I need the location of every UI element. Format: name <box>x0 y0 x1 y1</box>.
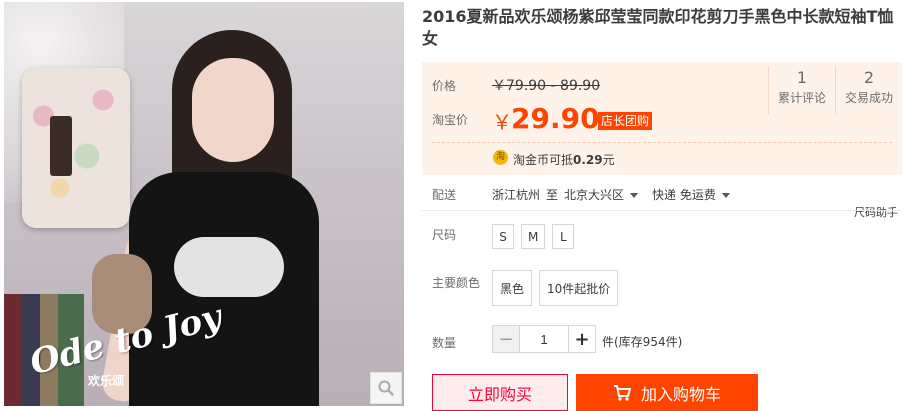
backpack-strap <box>50 116 72 176</box>
product-title: 2016夏新品欢乐颂杨紫邱莹莹同款印花剪刀手黑色中长款短袖T恤女 <box>422 7 894 48</box>
floral-backpack <box>22 68 130 228</box>
coin-text-prefix: 淘金币可抵 <box>513 153 574 167</box>
color-option-black[interactable]: 黑色 <box>492 270 533 306</box>
cart-icon <box>613 384 631 401</box>
chevron-down-icon <box>630 193 639 198</box>
delivery-label: 配送 <box>432 188 457 202</box>
current-price: 29.90 <box>511 102 600 135</box>
shipping-method-value: 快递 免运费 <box>652 188 716 202</box>
price-label: 价格 <box>432 79 457 93</box>
price-divider <box>432 142 892 143</box>
size-label: 尺码 <box>432 228 457 242</box>
taojinbi-coin-icon: 淘 <box>493 150 508 165</box>
sales-stats: 1 累计评论 2 交易成功 <box>768 62 902 114</box>
size-options: S M L <box>492 224 575 249</box>
currency-symbol: ￥ <box>492 110 512 134</box>
add-to-cart-label: 加入购物车 <box>640 384 721 404</box>
stat-transactions-label: 交易成功 <box>844 91 893 105</box>
color-option-wholesale[interactable]: 10件起批价 <box>539 270 619 306</box>
size-option-l[interactable]: L <box>552 224 575 249</box>
ship-from: 浙江杭州 <box>492 188 541 202</box>
size-option-m[interactable]: M <box>521 224 546 249</box>
quantity-stepper: − + <box>492 325 596 353</box>
section-divider <box>422 210 902 211</box>
ship-to-value: 北京大兴区 <box>564 188 625 202</box>
buy-now-button[interactable]: 立即购买 <box>432 374 568 411</box>
magnifier-icon <box>378 380 394 396</box>
stock-info: 件(库存954件) <box>602 335 683 349</box>
delivery-info: 浙江杭州 至 北京大兴区 快递 免运费 <box>492 186 730 203</box>
color-label: 主要颜色 <box>432 276 481 290</box>
ship-to-word: 至 <box>546 188 559 202</box>
add-to-cart-button[interactable]: 加入购物车 <box>576 374 758 411</box>
stat-transactions[interactable]: 2 交易成功 <box>835 66 902 114</box>
size-helper-link[interactable]: 尺码助手 <box>854 204 898 220</box>
stat-transactions-count: 2 <box>863 68 875 87</box>
taobao-price-label: 淘宝价 <box>432 113 469 127</box>
quantity-increase-button[interactable]: + <box>568 325 596 353</box>
price-panel: 价格 ￥79.90 - 89.90 淘宝价 ￥ 29.90 店长团购 淘 淘金币… <box>422 62 902 175</box>
watermark-subtitle: 欢乐颂 <box>88 374 125 388</box>
ship-to-select[interactable]: 北京大兴区 <box>564 186 639 203</box>
scissor-hand-print <box>174 237 284 297</box>
stat-reviews[interactable]: 1 累计评论 <box>768 66 835 114</box>
coin-text-suffix: 元 <box>602 153 615 167</box>
size-option-s[interactable]: S <box>492 224 514 249</box>
quantity-label: 数量 <box>432 336 457 350</box>
group-buy-badge[interactable]: 店长团购 <box>598 112 653 130</box>
quantity-decrease-button[interactable]: − <box>492 325 520 353</box>
zoom-button[interactable] <box>370 372 402 404</box>
color-options: 黑色 10件起批价 <box>492 270 619 306</box>
chevron-down-icon <box>721 193 730 198</box>
model-face <box>192 58 274 162</box>
stat-reviews-label: 累计评论 <box>777 91 826 105</box>
shipping-method-select[interactable]: 快递 免运费 <box>652 186 730 203</box>
stat-reviews-count: 1 <box>796 68 808 87</box>
coin-amount: 0.29 <box>573 153 603 167</box>
original-price: ￥79.90 - 89.90 <box>492 78 601 94</box>
coin-discount-text: 淘金币可抵0.29元 <box>513 151 615 168</box>
product-image[interactable]: Ode to Joy 欢乐颂 <box>4 2 404 406</box>
quantity-input[interactable] <box>520 325 568 353</box>
